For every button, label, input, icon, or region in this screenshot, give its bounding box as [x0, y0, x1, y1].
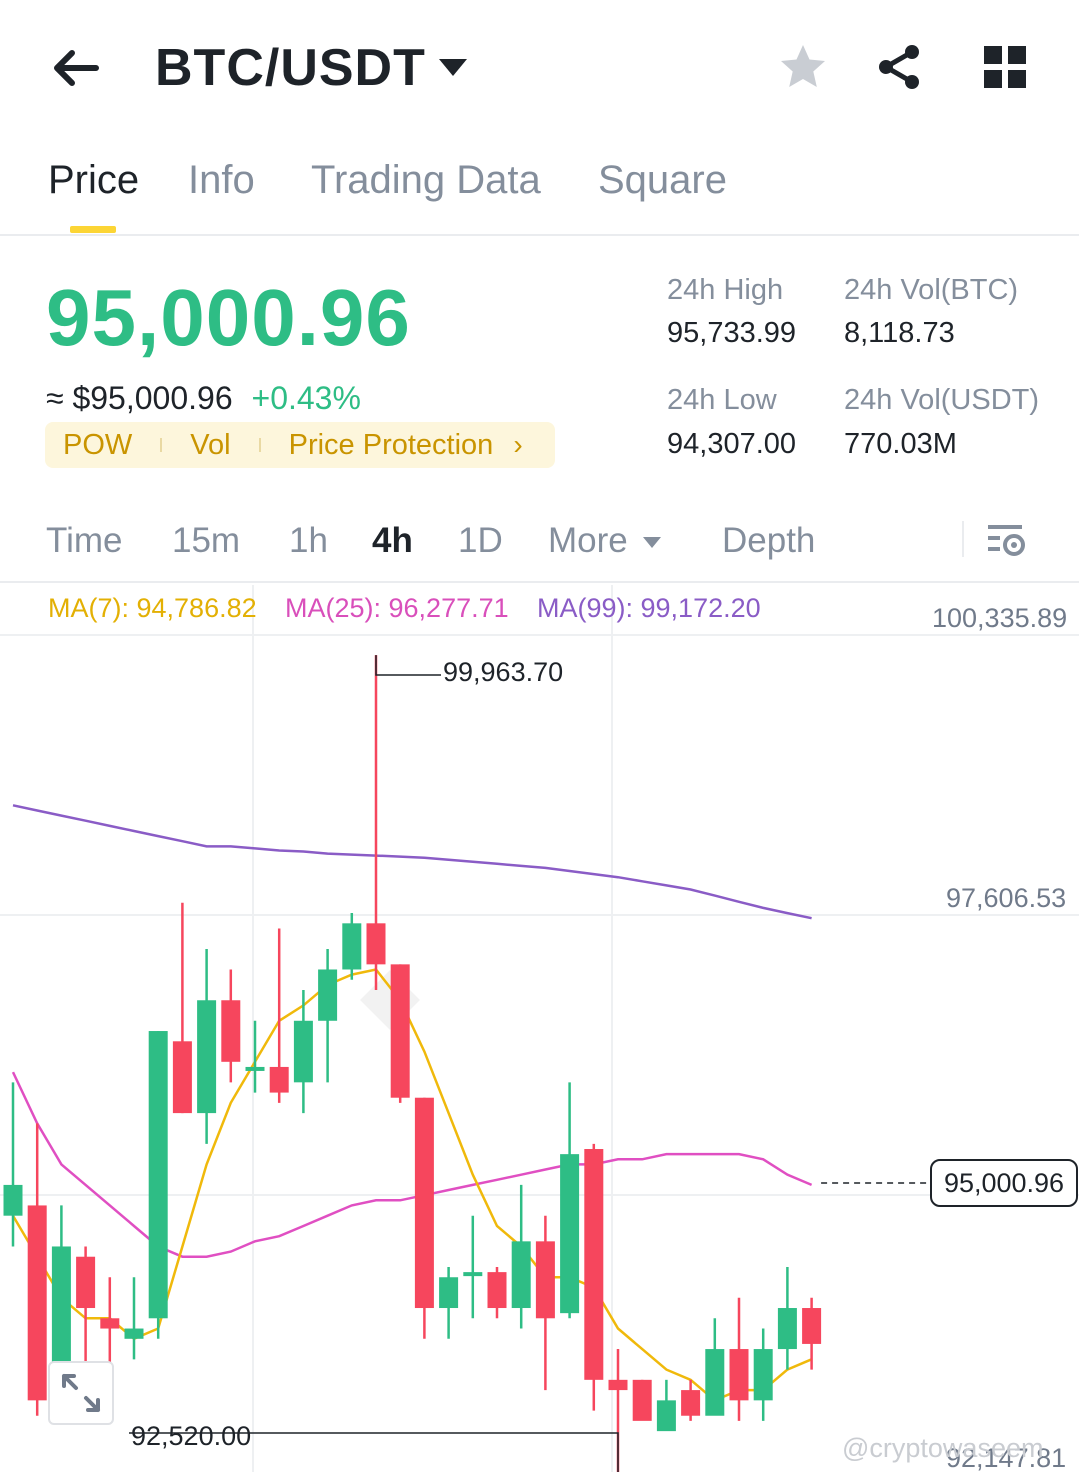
candle-body: [439, 1277, 459, 1309]
caret-down-icon[interactable]: [642, 535, 662, 549]
candle-body: [366, 923, 386, 965]
candle-body: [269, 1066, 289, 1093]
approx-symbol: ≈: [46, 380, 64, 416]
stat-24h-vol-btc-label: 24h Vol(BTC): [844, 274, 1019, 306]
stat-24h-vol-usdt-label: 24h Vol(USDT): [844, 384, 1040, 416]
stat-24h-vol-btc-value: 8,118.73: [844, 317, 955, 349]
candle-body: [463, 1272, 483, 1277]
candle-body: [172, 1041, 192, 1114]
chart-settings-icon[interactable]: [986, 521, 1028, 561]
tag-price-protection[interactable]: Price Protection: [289, 429, 494, 462]
price-change-percent: +0.43%: [251, 380, 361, 416]
low-marker-label: 92,520.00: [131, 1421, 252, 1451]
interval-divider: [962, 521, 964, 557]
candle-body: [293, 1020, 313, 1083]
candle-body: [560, 1154, 580, 1314]
candle-body: [100, 1318, 120, 1329]
interval-more[interactable]: More: [548, 521, 628, 561]
candle-body: [777, 1308, 797, 1350]
candle-body: [705, 1349, 725, 1416]
grid-menu-icon[interactable]: [982, 44, 1028, 90]
stat-24h-vol-usdt-value: 770.03M: [844, 428, 957, 460]
main-tabs: Price Info Trading Data Square: [0, 150, 1079, 236]
candle-body: [753, 1349, 773, 1401]
high-marker-line: [375, 655, 441, 676]
interval-1d[interactable]: 1D: [458, 521, 503, 561]
tab-square[interactable]: Square: [598, 158, 727, 203]
top-bar: BTC/USDT: [0, 0, 1079, 130]
candle-body: [342, 923, 362, 970]
candle-body: [632, 1379, 652, 1421]
candle-body: [221, 1000, 241, 1062]
candle-body: [681, 1390, 701, 1416]
candle-body: [124, 1328, 144, 1339]
y-axis-label-top: 100,335.89: [932, 603, 1068, 633]
chart-canvas[interactable]: [0, 585, 1079, 1472]
tag-divider: [258, 438, 261, 452]
tag-divider: [160, 438, 163, 452]
candle-body: [148, 1031, 168, 1319]
candle-body: [511, 1241, 531, 1309]
ma99-legend: MA(99): 99,172.20: [537, 593, 761, 623]
candle-body: [656, 1400, 676, 1432]
candle-body: [729, 1349, 749, 1401]
tag-bar[interactable]: POW Vol Price Protection ›: [45, 422, 555, 468]
share-icon[interactable]: [874, 42, 924, 92]
stat-24h-low-label: 24h Low: [667, 384, 777, 416]
tab-trading-data[interactable]: Trading Data: [311, 158, 541, 203]
candle-body: [802, 1308, 822, 1344]
y-axis-label-mid: 97,606.53: [946, 883, 1067, 913]
stat-24h-high-label: 24h High: [667, 274, 784, 306]
interval-4h[interactable]: 4h: [372, 521, 413, 561]
last-price: 95,000.96: [46, 273, 411, 362]
expand-icon: [62, 1374, 100, 1412]
watermark-text: @cryptowaseem: [842, 1433, 1044, 1463]
ma7-legend: MA(7): 94,786.82: [48, 593, 257, 623]
tab-info[interactable]: Info: [188, 158, 255, 203]
candle-body: [608, 1379, 628, 1391]
interval-time[interactable]: Time: [46, 521, 122, 561]
candle-body: [535, 1241, 555, 1319]
candle-body: [76, 1256, 96, 1309]
interval-15m[interactable]: 15m: [172, 521, 240, 561]
fiat-price-line: ≈ $95,000.96 +0.43%: [46, 380, 361, 417]
tab-price[interactable]: Price: [48, 158, 139, 203]
favorite-star-icon[interactable]: [778, 42, 828, 92]
candlestick-chart[interactable]: MA(7): 94,786.82 MA(25): 96,277.71 MA(99…: [0, 585, 1079, 1472]
tag-vol[interactable]: Vol: [190, 429, 230, 462]
candle-body: [318, 969, 338, 1021]
candle-body: [27, 1205, 47, 1401]
candle-body: [487, 1272, 507, 1309]
candle-body: [245, 1066, 265, 1071]
tag-pow[interactable]: POW: [63, 429, 132, 462]
candle-body: [197, 1000, 217, 1114]
ma25-line: [11, 1071, 813, 1258]
expand-chart-button[interactable]: [48, 1361, 114, 1425]
pair-title[interactable]: BTC/USDT: [155, 38, 426, 98]
interval-depth[interactable]: Depth: [722, 521, 815, 561]
interval-1h[interactable]: 1h: [289, 521, 328, 561]
candle-body: [390, 964, 410, 1098]
stat-24h-high-value: 95,733.99: [667, 317, 797, 349]
interval-bar: Time 15m 1h 4h 1D More Depth: [0, 505, 1079, 583]
ma25-legend: MA(25): 96,277.71: [285, 593, 509, 623]
current-price-badge[interactable]: 95,000.96: [930, 1159, 1078, 1207]
candle-body: [414, 1097, 434, 1309]
stat-24h-low-value: 94,307.00: [667, 428, 797, 460]
ma99-line: [12, 804, 812, 920]
high-marker-label: 99,963.70: [443, 657, 564, 687]
chevron-right-icon[interactable]: ›: [513, 429, 522, 461]
candle-body: [3, 1184, 23, 1216]
back-arrow-icon[interactable]: [48, 40, 104, 96]
candle-body: [584, 1149, 604, 1380]
fiat-price: $95,000.96: [72, 380, 233, 416]
active-tab-indicator: [70, 226, 116, 233]
caret-down-icon[interactable]: [436, 54, 470, 80]
